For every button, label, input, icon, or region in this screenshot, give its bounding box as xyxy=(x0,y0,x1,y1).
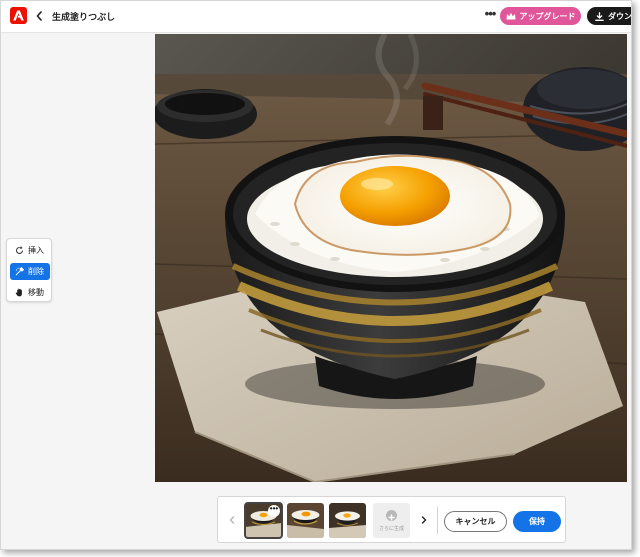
plus-icon xyxy=(386,510,397,521)
tool-move-label: 移動 xyxy=(28,288,44,297)
divider xyxy=(437,507,438,534)
variation-thumbnail-2[interactable] xyxy=(287,503,324,538)
download-button[interactable]: ダウン xyxy=(587,7,632,25)
upgrade-label: アップグレード xyxy=(519,11,576,21)
chevron-right-icon xyxy=(421,516,427,524)
tool-panel: 挿入 削除 移動 xyxy=(6,238,52,302)
hand-icon xyxy=(15,288,22,297)
crown-icon xyxy=(506,12,515,20)
chevron-left-icon xyxy=(36,11,42,21)
tool-insert[interactable]: 挿入 xyxy=(10,242,50,259)
app-window: 生成塗りつぶし ••• アップグレード ダウン 挿入 削除 移動 ••• さらに… xyxy=(0,0,632,550)
insert-icon xyxy=(16,246,23,254)
cancel-button[interactable]: キャンセル xyxy=(444,511,507,532)
adobe-logo-icon[interactable] xyxy=(10,7,27,24)
variation-thumbnail-image xyxy=(329,503,366,538)
tool-insert-label: 挿入 xyxy=(28,246,44,255)
variation-thumbnail-image xyxy=(287,503,324,538)
generate-more-button[interactable]: さらに生成 xyxy=(373,503,410,538)
page-title: 生成塗りつぶし xyxy=(52,12,116,22)
next-button[interactable] xyxy=(418,513,430,527)
download-icon xyxy=(595,11,604,21)
thumbnail-options-button[interactable]: ••• xyxy=(268,505,280,517)
generated-image xyxy=(155,34,627,482)
ellipsis-icon: ••• xyxy=(484,6,497,21)
image-canvas[interactable] xyxy=(155,34,627,482)
tool-move[interactable]: 移動 xyxy=(10,284,50,301)
variation-bar: ••• さらに生成 キャンセル 保持 xyxy=(217,496,566,543)
back-button[interactable] xyxy=(33,8,47,24)
tool-remove-label: 削除 xyxy=(28,267,44,276)
variation-thumbnail-1[interactable]: ••• xyxy=(244,502,283,539)
top-bar: 生成塗りつぶし ••• アップグレード ダウン xyxy=(1,1,631,33)
chevron-left-icon xyxy=(229,516,235,524)
ellipsis-icon: ••• xyxy=(269,504,279,513)
previous-button[interactable] xyxy=(226,513,238,527)
tool-remove[interactable]: 削除 xyxy=(10,263,50,280)
upgrade-button[interactable]: アップグレード xyxy=(500,7,581,25)
more-options-button[interactable]: ••• xyxy=(482,7,498,25)
generate-more-label: さらに生成 xyxy=(378,526,404,532)
download-label: ダウン xyxy=(608,11,632,21)
variation-thumbnail-3[interactable] xyxy=(329,503,366,538)
remove-icon xyxy=(15,267,24,276)
keep-button[interactable]: 保持 xyxy=(513,511,561,532)
